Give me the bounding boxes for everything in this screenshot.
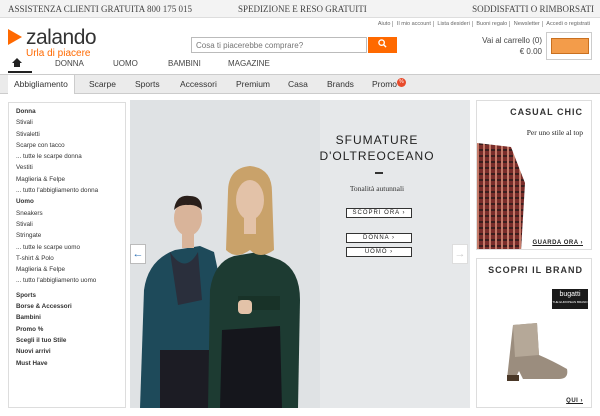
sidebar-item[interactable]: Stivali [16,219,118,230]
sidebar-item[interactable]: Bambini [16,312,118,323]
discover-brand-title: SCOPRI IL BRAND [488,265,583,275]
top-info-bar: ASSISTENZA CLIENTI GRATUITA 800 175 015 … [0,0,600,18]
carousel-next-arrow-icon[interactable]: → [452,244,468,264]
cart-label: Vai al carrello (0) [482,36,542,45]
bugatti-logo: bugatti THE EUROPEAN BRAND [552,289,588,309]
hero-subtitle: Tonalità autunnali [349,184,405,193]
sidebar-item[interactable]: Stivaletti [16,129,118,140]
cart-total: € 0.00 [519,47,542,56]
ankle-boot-image [507,323,568,381]
cat-casa[interactable]: Casa [288,79,308,89]
hero-title-line2: D'OLTREOCEANO [319,149,435,163]
sidebar-item[interactable]: Uomo [16,196,118,207]
casual-chic-promo[interactable]: CASUAL CHIC Per uno stile al top GUARDA … [476,100,592,250]
cart-link[interactable]: Vai al carrello (0) € 0.00 [476,35,542,57]
home-active-indicator [8,71,32,73]
casual-chic-title: CASUAL CHIC [510,107,583,117]
watch-now-link[interactable]: GUARDA ORA › [532,240,583,246]
promo-percent-icon: % [397,78,406,87]
cat-abbigliamento[interactable]: Abbigliamento [8,75,75,94]
utility-links: Aiuto Il mio account Lista desideri Buon… [375,21,592,27]
sidebar-item[interactable]: Maglieria & Felpe [16,174,118,185]
logo-tagline: Urla di piacere [26,48,91,59]
sidebar-item[interactable]: ... tutte le scarpe uomo [16,242,118,253]
discover-brand-promo[interactable]: SCOPRI IL BRAND bugatti THE EUROPEAN BRAN… [476,258,592,408]
sidebar-item[interactable]: ... tutte le scarpe donna [16,151,118,162]
nav-uomo[interactable]: UOMO [113,59,138,68]
hero-banner[interactable]: SFUMATURE D'OLTREOCEANO Tonalità autunna… [130,100,470,408]
casual-chic-subtitle: Per uno stile al top [526,128,583,137]
logo-mark-icon [8,29,22,45]
nav-bambini[interactable]: BAMBINI [168,59,201,68]
nav-donna[interactable]: DONNA [55,59,84,68]
sidebar-item[interactable]: Sneakers [16,208,118,219]
sidebar-item[interactable]: Donna [16,106,118,117]
category-nav: Abbigliamento Scarpe Sports Accessori Pr… [0,74,600,94]
hero-title: SFUMATURE D'OLTREOCEANO [302,132,452,164]
plaid-shirt-image [477,143,525,249]
cat-premium[interactable]: Premium [236,79,270,89]
util-link-login[interactable]: Accedi o registrati [544,21,592,27]
sidebar-item[interactable]: T-shirt & Polo [16,253,118,264]
donna-button[interactable]: DONNA › [346,233,412,243]
sidebar-item[interactable]: ... tutto l'abbigliamento donna [16,185,118,196]
sidebar-item[interactable]: Must Have [16,358,118,369]
sidebar-item[interactable]: Scarpe con tacco [16,140,118,151]
hero-models-image [130,100,320,408]
util-link-newsletter[interactable]: Newsletter [511,21,543,27]
util-link-account[interactable]: Il mio account [394,21,434,27]
carousel-prev-arrow-icon[interactable]: ← [130,244,146,264]
uomo-button[interactable]: UOMO › [346,247,412,257]
sidebar-item[interactable]: Scegli il tuo Stile [16,335,118,346]
discover-now-button[interactable]: SCOPRI ORA › [346,208,412,218]
sidebar-item[interactable]: Promo % [16,324,118,335]
sidebar-item[interactable]: Stringate [16,230,118,241]
zalando-logo[interactable]: zalando Urla di piacere [8,26,128,60]
category-sidebar: Donna Stivali Stivaletti Scarpe con tacco..… [8,102,126,408]
logo-text: zalando [26,26,97,49]
satisfaction-text: SODDISFATTI O RIMBORSATI [472,4,594,14]
cat-accessori[interactable]: Accessori [180,79,217,89]
sidebar-item[interactable]: Stivali [16,117,118,128]
header: zalando Urla di piacere Aiuto Il mio acc… [0,18,600,72]
util-link-wishlist[interactable]: Lista desideri [435,21,473,27]
search-button[interactable] [368,37,397,53]
hero-divider [375,172,383,174]
nav-magazine[interactable]: MAGAZINE [228,59,270,68]
search-bar [191,37,397,53]
home-icon[interactable] [12,58,22,68]
sidebar-item[interactable]: Nuovi arrivi [16,346,118,357]
free-shipping-text: SPEDIZIONE E RESO GRATUITI [238,4,367,14]
cat-promo[interactable]: Promo [372,79,397,89]
sidebar-item[interactable]: Vestiti [16,162,118,173]
sidebar-item[interactable]: ... tutto l'abbigliamento uomo [16,275,118,286]
cart-icon[interactable] [546,32,592,60]
util-link-aiuto[interactable]: Aiuto [375,21,394,27]
customer-service-text: ASSISTENZA CLIENTI GRATUITA 800 175 015 [8,4,193,14]
search-icon [378,39,387,48]
sidebar-item[interactable]: Sports [16,290,118,301]
cat-brands[interactable]: Brands [327,79,354,89]
sidebar-item[interactable]: Maglieria & Felpe [16,264,118,275]
here-link[interactable]: QUI › [566,398,583,404]
util-link-gift[interactable]: Buoni regalo [474,21,511,27]
cat-scarpe[interactable]: Scarpe [89,79,116,89]
sidebar-item[interactable]: Borse & Accessori [16,301,118,312]
cat-sports[interactable]: Sports [135,79,160,89]
search-input[interactable] [191,37,367,53]
hero-title-line1: SFUMATURE [335,133,419,147]
